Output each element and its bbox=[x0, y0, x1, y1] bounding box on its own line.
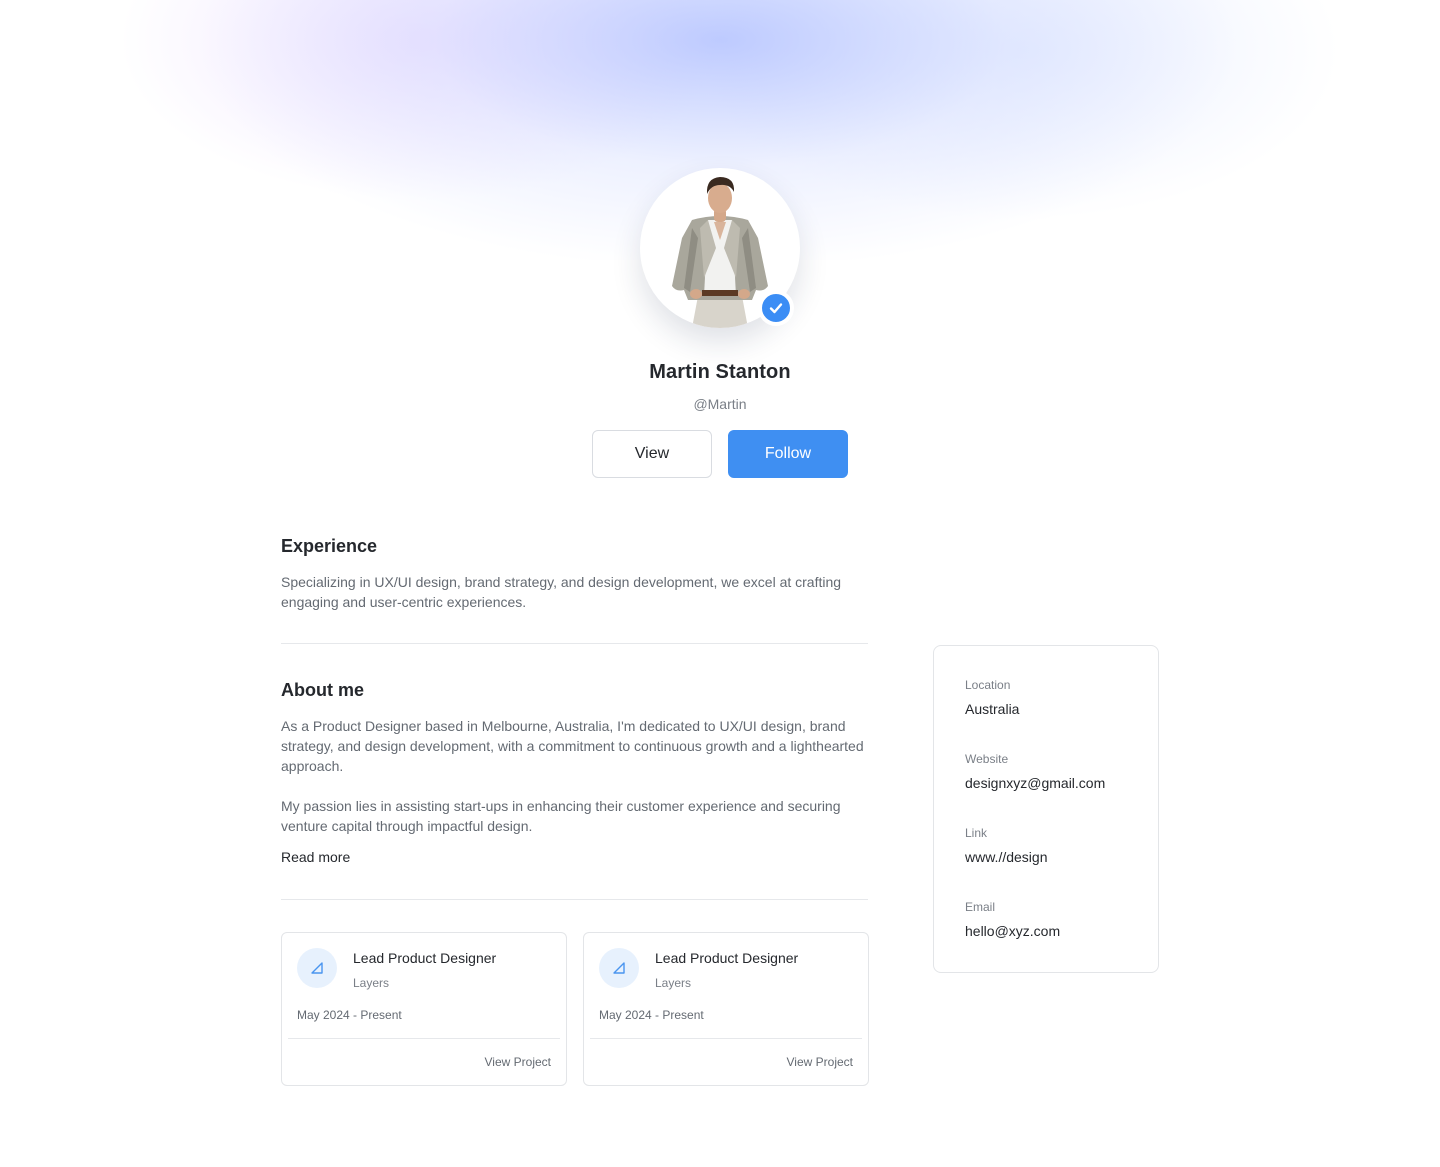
about-heading: About me bbox=[281, 680, 364, 700]
divider bbox=[281, 643, 868, 644]
job-role: Lead Product Designer bbox=[353, 950, 497, 966]
location-value: Australia bbox=[965, 701, 1020, 717]
about-paragraph-1: As a Product Designer based in Melbourne… bbox=[281, 718, 864, 774]
email-value[interactable]: hello@xyz.com bbox=[965, 923, 1060, 939]
experience-text: Specializing in UX/UI design, brand stra… bbox=[281, 574, 842, 610]
website-value[interactable]: designxyz@gmail.com bbox=[965, 775, 1105, 791]
link-value[interactable]: www.//design bbox=[965, 849, 1047, 865]
read-more-link[interactable]: Read more bbox=[281, 849, 350, 865]
job-company: Layers bbox=[353, 976, 390, 990]
follow-button[interactable]: Follow bbox=[728, 430, 848, 478]
email-label: Email bbox=[965, 900, 996, 914]
card-divider bbox=[590, 1038, 862, 1039]
view-project-link[interactable]: View Project bbox=[485, 1055, 551, 1069]
experience-heading: Experience bbox=[281, 536, 378, 556]
link-label: Link bbox=[965, 826, 988, 840]
job-dates: May 2024 - Present bbox=[297, 1008, 402, 1022]
divider bbox=[281, 899, 868, 900]
about-paragraph-2: My passion lies in assisting start-ups i… bbox=[281, 798, 841, 834]
view-button[interactable]: View bbox=[592, 430, 712, 478]
job-company: Layers bbox=[655, 976, 692, 990]
job-role: Lead Product Designer bbox=[655, 950, 799, 966]
location-label: Location bbox=[965, 678, 1011, 692]
view-project-link[interactable]: View Project bbox=[787, 1055, 853, 1069]
website-label: Website bbox=[965, 752, 1009, 766]
card-divider bbox=[288, 1038, 560, 1039]
layers-icon bbox=[297, 948, 337, 988]
profile-handle: @Martin bbox=[693, 396, 747, 412]
profile-info-card: Location Australia Website designxyz@gma… bbox=[933, 645, 1159, 973]
profile-name: Martin Stanton bbox=[649, 361, 791, 383]
verified-badge-icon bbox=[758, 290, 794, 326]
layers-icon bbox=[599, 948, 639, 988]
job-card: Lead Product Designer Layers May 2024 - … bbox=[583, 932, 869, 1086]
job-card: Lead Product Designer Layers May 2024 - … bbox=[281, 932, 567, 1086]
job-dates: May 2024 - Present bbox=[599, 1008, 704, 1022]
